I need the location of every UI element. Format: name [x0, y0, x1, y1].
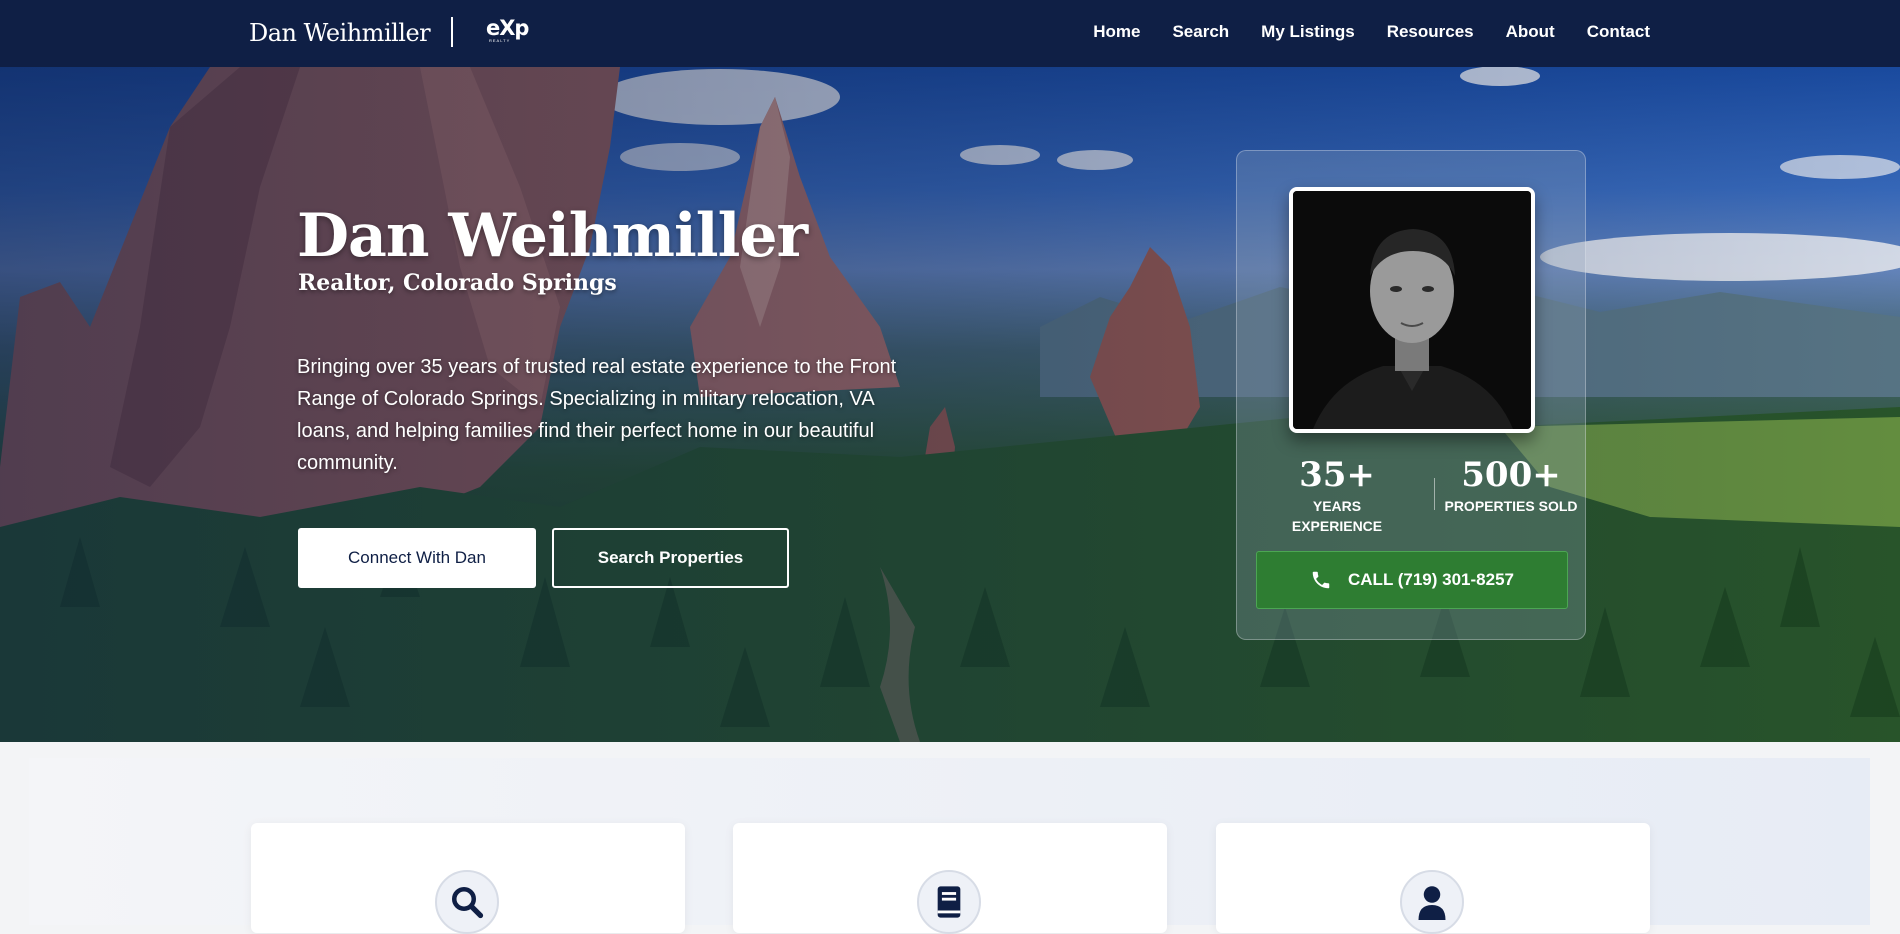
exp-realty-logo[interactable]: eXp	[486, 18, 529, 39]
stat-properties-sold: 500+ PROPERTIES SOLD	[1441, 456, 1581, 516]
nav-links: Home Search My Listings Resources About …	[1093, 22, 1650, 42]
feature-card-search[interactable]	[251, 823, 685, 934]
top-navigation: Dan Weihmiller eXp REALTY Home Search My…	[0, 0, 1900, 67]
brand-name[interactable]: Dan Weihmiller	[249, 19, 431, 47]
feature-card-about[interactable]	[1216, 823, 1650, 934]
stat-divider	[1434, 478, 1435, 510]
stat-number: 500+	[1461, 455, 1561, 495]
nav-link-contact[interactable]: Contact	[1587, 22, 1650, 42]
call-button-label: CALL (719) 301-8257	[1348, 570, 1514, 589]
search-icon	[435, 870, 499, 934]
agent-photo	[1293, 191, 1531, 429]
hero-subtitle: Realtor, Colorado Springs	[298, 270, 617, 296]
nav-link-search[interactable]: Search	[1172, 22, 1229, 42]
feature-card-resources[interactable]	[733, 823, 1167, 934]
brand-divider	[451, 17, 453, 47]
nav-link-my-listings[interactable]: My Listings	[1261, 22, 1355, 42]
stat-label: PROPERTIES SOLD	[1444, 498, 1578, 514]
user-icon	[1400, 870, 1464, 934]
agent-card: 35+ YEARS EXPERIENCE 500+ PROPERTIES SOL…	[1236, 150, 1586, 640]
phone-icon	[1312, 571, 1330, 589]
agent-stats: 35+ YEARS EXPERIENCE 500+ PROPERTIES SOL…	[1257, 456, 1578, 536]
hero-description: Bringing over 35 years of trusted real e…	[297, 356, 897, 474]
hero-overlay	[0, 67, 1900, 742]
book-icon	[917, 870, 981, 934]
features-section	[29, 758, 1870, 934]
exp-realty-logo-sub: REALTY	[489, 38, 511, 43]
hero-title: Dan Weihmiller	[297, 201, 808, 271]
nav-link-resources[interactable]: Resources	[1387, 22, 1474, 42]
hero-section: Dan Weihmiller Realtor, Colorado Springs…	[0, 67, 1900, 742]
stat-number: 35+	[1299, 455, 1375, 495]
search-properties-button[interactable]: Search Properties	[552, 528, 789, 588]
nav-link-home[interactable]: Home	[1093, 22, 1140, 42]
stat-label: YEARS EXPERIENCE	[1291, 498, 1383, 534]
nav-link-about[interactable]: About	[1506, 22, 1555, 42]
call-button[interactable]: CALL (719) 301-8257	[1256, 551, 1568, 609]
agent-portrait	[1289, 187, 1535, 433]
stat-years-experience: 35+ YEARS EXPERIENCE	[1267, 456, 1407, 536]
connect-with-dan-button[interactable]: Connect With Dan	[298, 528, 536, 588]
